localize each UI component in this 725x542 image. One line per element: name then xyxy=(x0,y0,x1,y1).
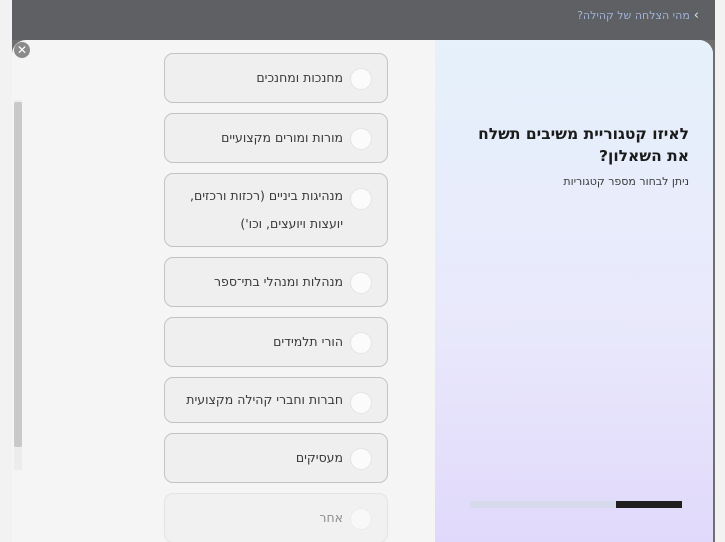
question-panel: לאיזו קטגוריית משיבים תשלח את השאלון? ני… xyxy=(435,40,713,542)
radio-icon[interactable] xyxy=(350,392,372,414)
option-principals[interactable]: מנהלות ומנהלי בתי־ספר xyxy=(164,257,388,307)
radio-icon[interactable] xyxy=(350,508,372,530)
option-label: מנהלות ומנהלי בתי־ספר xyxy=(213,274,343,289)
breadcrumb[interactable]: › מהי הצלחה של קהילה? xyxy=(577,8,699,23)
radio-icon[interactable] xyxy=(350,128,372,150)
breadcrumb-text: מהי הצלחה של קהילה? xyxy=(577,9,690,22)
progress-fill xyxy=(616,501,682,508)
option-label: מנהיגות ביניים (רכזות ורכזים, יועצות ויו… xyxy=(189,188,343,231)
close-icon[interactable]: ✕ xyxy=(14,42,30,58)
radio-icon[interactable] xyxy=(350,272,372,294)
survey-modal: ✕ לאיזו קטגוריית משיבים תשלח את השאלון? … xyxy=(12,40,713,542)
option-label: אחר xyxy=(319,510,343,525)
question-title: לאיזו קטגוריית משיבים תשלח את השאלון? xyxy=(478,125,689,165)
left-edge xyxy=(0,0,12,542)
option-label: מעסיקים xyxy=(295,450,343,465)
option-subject-teachers[interactable]: מורות ומורים מקצועיים xyxy=(164,113,388,163)
scrollbar-thumb[interactable] xyxy=(14,102,22,447)
radio-icon[interactable] xyxy=(350,68,372,90)
question-subtitle: ניתן לבחור מספר קטגוריות xyxy=(563,175,689,188)
options-list: מחנכות ומחנכים מורות ומורים מקצועיים מנה… xyxy=(164,53,388,542)
option-label: מחנכות ומחנכים xyxy=(256,70,343,85)
radio-icon[interactable] xyxy=(350,332,372,354)
chevron-right-icon: › xyxy=(693,8,699,23)
option-middle-leadership[interactable]: מנהיגות ביניים (רכזות ורכזים, יועצות ויו… xyxy=(164,173,388,247)
option-label: מורות ומורים מקצועיים xyxy=(221,130,343,145)
option-educators[interactable]: מחנכות ומחנכים xyxy=(164,53,388,103)
option-parents[interactable]: הורי תלמידים xyxy=(164,317,388,367)
option-community-members[interactable]: חברות וחברי קהילה מקצועית xyxy=(164,377,388,423)
option-label: חברות וחברי קהילה מקצועית xyxy=(186,392,343,407)
radio-icon[interactable] xyxy=(350,448,372,470)
option-employers[interactable]: מעסיקים xyxy=(164,433,388,483)
option-label: הורי תלמידים xyxy=(273,334,343,349)
header-strip: › מהי הצלחה של קהילה? xyxy=(12,0,715,40)
radio-icon[interactable] xyxy=(350,188,372,210)
right-edge xyxy=(715,0,725,542)
option-other[interactable]: אחר xyxy=(164,493,388,542)
